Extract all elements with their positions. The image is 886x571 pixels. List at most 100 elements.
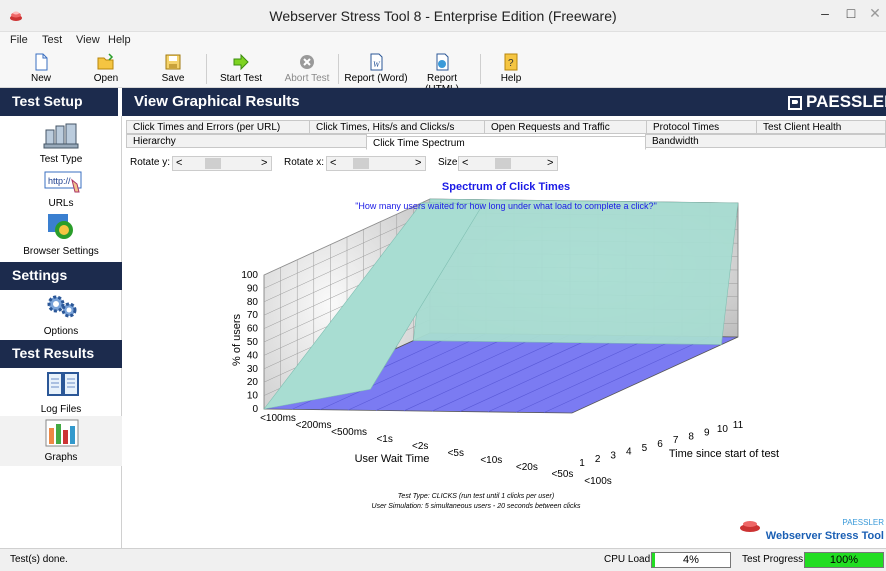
window-title: Webserver Stress Tool 8 - Enterprise Edi…	[269, 8, 617, 24]
tab-test-client-health[interactable]: Test Client Health	[756, 120, 886, 134]
arrow-right-icon	[233, 53, 249, 71]
title-bar: Webserver Stress Tool 8 - Enterprise Edi…	[0, 0, 886, 32]
save-icon	[165, 54, 181, 70]
toolbar-separator	[480, 54, 481, 84]
test-setup-header: Test Setup	[0, 88, 122, 116]
y-tick-label: 70	[247, 310, 259, 321]
x-tick-label: <100ms	[260, 413, 296, 424]
sidebar-item-log-files[interactable]: Log Files	[0, 368, 122, 416]
x-tick-label: <5s	[448, 448, 464, 459]
z-tick-label: 10	[717, 424, 729, 435]
rotate-x-left-arrow[interactable]: <	[330, 157, 336, 170]
new-file-icon	[35, 53, 48, 71]
rotate-y-thumb[interactable]	[205, 158, 221, 169]
y-tick-label: 60	[247, 324, 259, 335]
cpu-load-label: CPU Load:	[604, 554, 653, 565]
tab-hierarchy[interactable]: Hierarchy	[126, 134, 367, 148]
size-label: Size:	[438, 157, 461, 168]
sidebar-item-urls[interactable]: http:// URLs	[0, 170, 122, 210]
menu-view[interactable]: View	[76, 34, 100, 46]
test-setup-title: Test Setup	[12, 93, 83, 109]
sidebar-item-graphs[interactable]: Graphs	[0, 416, 122, 466]
rotate-x-right-arrow[interactable]: >	[415, 157, 421, 170]
sidebar: Test Type http:// URLs Browser Settings …	[0, 116, 122, 548]
toolbar-separator	[206, 54, 207, 84]
book-icon	[47, 372, 79, 396]
folder-open-icon	[97, 53, 114, 70]
rotate-y-right-arrow[interactable]: >	[261, 157, 267, 170]
menu-test[interactable]: Test	[42, 34, 62, 46]
status-bar: Test(s) done. CPU Load: 4% Test Progress…	[0, 548, 886, 571]
rotate-y-label: Rotate y:	[130, 157, 171, 168]
tab-click-time-spectrum[interactable]: Click Time Spectrum	[366, 136, 646, 150]
y-axis-label: % of users	[231, 314, 243, 366]
settings-section-header: Settings	[0, 262, 122, 290]
tab-open-requests[interactable]: Open Requests and Traffic	[484, 120, 647, 134]
abort-test-button[interactable]: Abort Test	[282, 50, 332, 88]
help-button[interactable]: ? Help	[496, 50, 526, 88]
menu-file[interactable]: File	[10, 34, 28, 46]
tab-bandwidth[interactable]: Bandwidth	[645, 134, 886, 148]
z-tick-label: 8	[688, 431, 694, 442]
new-label: New	[30, 73, 51, 84]
browser-settings-label: Browser Settings	[23, 246, 99, 257]
sidebar-item-options[interactable]: Options	[0, 292, 122, 340]
x-tick-label: <10s	[480, 455, 502, 466]
open-label: Open	[93, 73, 119, 84]
test-progress-value: 100%	[829, 554, 859, 566]
rotate-x-thumb[interactable]	[353, 158, 369, 169]
tab-click-times-hits[interactable]: Click Times, Hits/s and Clicks/s	[309, 120, 485, 134]
z-tick-label: 7	[673, 435, 679, 446]
y-tick-label: 80	[247, 297, 259, 308]
start-test-button[interactable]: Start Test	[216, 50, 266, 88]
maximize-button[interactable]: □	[838, 4, 864, 24]
svg-text:?: ?	[508, 58, 514, 69]
size-right-arrow[interactable]: >	[547, 157, 553, 170]
urls-label: URLs	[48, 198, 74, 209]
x-tick-label: <2s	[412, 441, 428, 452]
report-word-button[interactable]: W Report (Word)	[344, 50, 408, 88]
chart-title: Spectrum of Click Times	[442, 181, 570, 193]
html-report-icon	[436, 53, 449, 71]
sidebar-item-test-type[interactable]: Test Type	[0, 116, 122, 170]
size-left-arrow[interactable]: <	[462, 157, 468, 170]
x-tick-label: <1s	[376, 434, 392, 445]
menu-help[interactable]: Help	[108, 34, 131, 46]
save-button[interactable]: Save	[156, 50, 190, 88]
z-tick-label: 4	[626, 447, 632, 458]
y-tick-label: 0	[252, 404, 258, 415]
test-progress-label: Test Progress:	[742, 554, 806, 565]
size-slider[interactable]: < >	[458, 156, 558, 171]
rotate-x-slider[interactable]: < >	[326, 156, 426, 171]
graphs-label: Graphs	[44, 452, 78, 463]
paessler-logo: PAESSLER	[806, 92, 886, 111]
tab-click-times-errors[interactable]: Click Times and Errors (per URL)	[126, 120, 310, 134]
rotate-y-left-arrow[interactable]: <	[176, 157, 182, 170]
url-icon: http://	[44, 171, 82, 193]
close-button[interactable]: ✕	[862, 4, 886, 24]
size-thumb[interactable]	[495, 158, 511, 169]
x-tick-label: <50s	[551, 469, 573, 480]
gears-icon	[47, 295, 77, 318]
report-html-button[interactable]: Report (HTML)	[410, 50, 474, 95]
cpu-load-meter: 4%	[651, 552, 731, 568]
x-tick-label: <500ms	[331, 427, 367, 438]
x-tick-label: <20s	[516, 462, 538, 473]
start-test-label: Start Test	[219, 73, 263, 84]
sidebar-item-browser-settings[interactable]: Browser Settings	[0, 212, 122, 262]
test-type-icon	[43, 123, 79, 149]
help-label: Help	[500, 73, 522, 84]
chart-canvas: 0 10 20 30 40 50 60 70 80 90 100 <100ms<200ms<500ms…	[231, 181, 884, 542]
open-button[interactable]: Open	[88, 50, 124, 88]
cpu-load-value: 4%	[683, 554, 699, 566]
z-tick-label: 3	[610, 450, 616, 461]
tab-protocol-times[interactable]: Protocol Times	[646, 120, 757, 134]
toolbar: New Open Save Start Test Abort Test W Re…	[0, 50, 886, 95]
minimize-button[interactable]: –	[812, 4, 838, 24]
z-tick-label: 6	[657, 439, 663, 450]
chart-brand-icon	[743, 521, 757, 527]
new-button[interactable]: New	[22, 50, 60, 88]
page-title: View Graphical Results	[134, 93, 300, 110]
y-tick-label: 10	[247, 391, 259, 402]
rotate-y-slider[interactable]: < >	[172, 156, 272, 171]
